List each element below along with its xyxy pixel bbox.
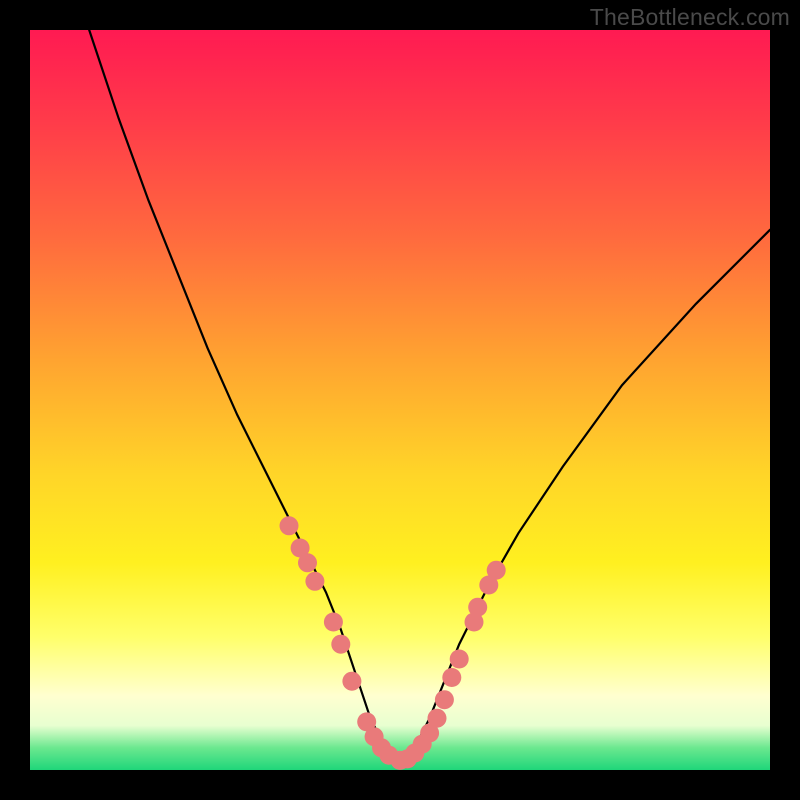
data-point [428,709,447,728]
data-point [435,690,454,709]
data-point [468,598,487,617]
chart-svg [30,30,770,770]
data-points [280,516,506,770]
data-point [450,650,469,669]
data-point [305,572,324,591]
plot-area [30,30,770,770]
data-point [342,672,361,691]
chart-frame: TheBottleneck.com [0,0,800,800]
data-point [280,516,299,535]
watermark-text: TheBottleneck.com [590,4,790,31]
bottleneck-curve [89,30,770,763]
data-point [442,668,461,687]
data-point [487,561,506,580]
data-point [298,553,317,572]
data-point [331,635,350,654]
data-point [324,613,343,632]
